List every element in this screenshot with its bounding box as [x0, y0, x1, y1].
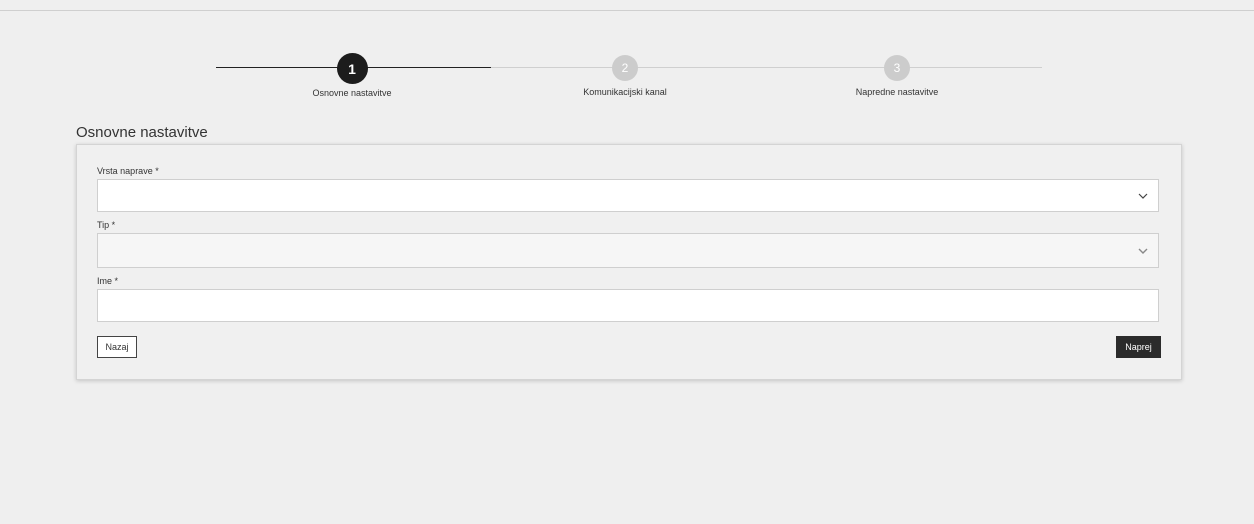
step-basic-settings[interactable]: 1 Osnovne nastavitve — [282, 53, 422, 98]
name-input[interactable] — [97, 289, 1159, 322]
step-number-badge: 1 — [336, 53, 368, 84]
type-select[interactable] — [97, 233, 1159, 268]
type-label: Tip * — [97, 220, 116, 230]
top-divider — [0, 10, 1254, 11]
progress-stepper: 1 Osnovne nastavitve 2 Komunikacijski ka… — [216, 53, 1042, 103]
chevron-down-icon — [1138, 248, 1148, 254]
next-button[interactable]: Naprej — [1116, 336, 1161, 358]
step-communication-channel[interactable]: 2 Komunikacijski kanal — [555, 53, 695, 97]
device-type-label: Vrsta naprave * — [97, 166, 159, 176]
step-number-badge: 3 — [884, 55, 910, 81]
step-label: Napredne nastavitve — [855, 87, 939, 97]
chevron-down-icon — [1138, 193, 1148, 199]
page-title: Osnovne nastavitve — [76, 124, 208, 141]
step-label: Komunikacijski kanal — [583, 87, 667, 97]
name-label: Ime * — [97, 276, 119, 286]
device-type-select[interactable] — [97, 179, 1159, 212]
back-button[interactable]: Nazaj — [97, 336, 137, 358]
step-number-badge: 2 — [612, 55, 638, 81]
form-card: Vrsta naprave * Tip * Ime * Nazaj Naprej — [76, 144, 1182, 380]
step-advanced-settings[interactable]: 3 Napredne nastavitve — [827, 53, 967, 97]
step-label: Osnovne nastavitve — [312, 88, 392, 98]
